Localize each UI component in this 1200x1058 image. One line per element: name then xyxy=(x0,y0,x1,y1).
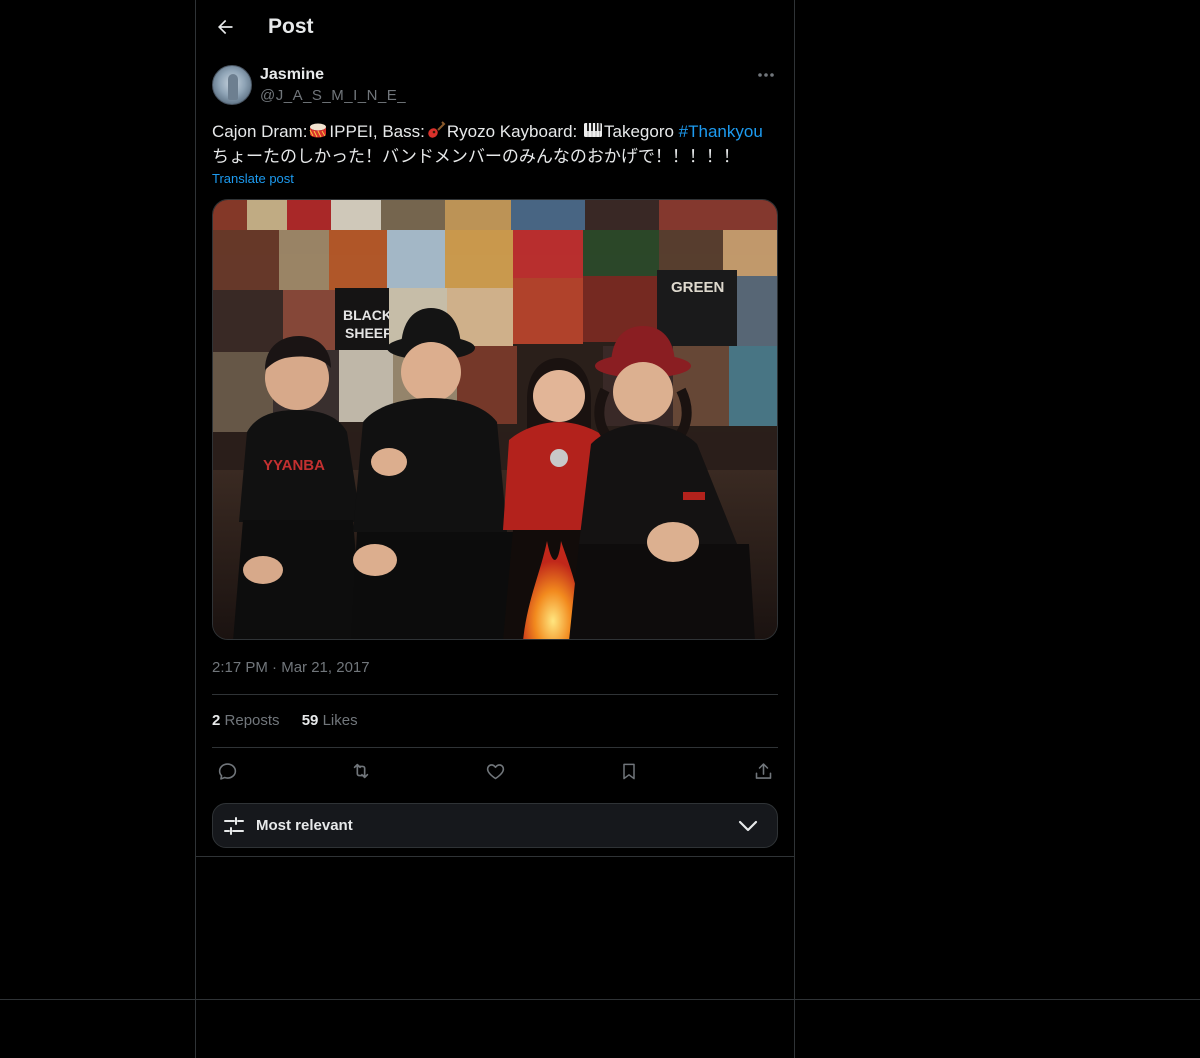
bottom-divider xyxy=(0,999,1200,1000)
svg-text:YYANBA: YYANBA xyxy=(263,457,325,474)
more-options-button[interactable] xyxy=(754,67,778,83)
post-text: Cajon Dram: IPPEI, Bass: Ryozo Kayboard: T… xyxy=(212,119,778,169)
translate-post-link[interactable]: Translate post xyxy=(212,170,294,188)
page-title: Post xyxy=(268,15,314,38)
svg-text:GREEN: GREEN xyxy=(671,279,724,296)
sort-label: Most relevant xyxy=(256,817,353,834)
reply-button[interactable] xyxy=(214,758,240,784)
like-button[interactable] xyxy=(482,758,508,784)
post-header: Post xyxy=(196,0,794,54)
sliders-icon xyxy=(224,817,244,835)
post-timestamp[interactable]: 2:17 PM · Mar 21, 2017 xyxy=(212,658,370,678)
post-stats: 2 Reposts 59 Likes xyxy=(212,711,376,731)
post-text-line-2: ちょーたのしかった！バンドメンバーのみんなのおかげで！！！！！ xyxy=(212,147,740,166)
chevron-down-icon xyxy=(738,820,758,832)
thread-divider xyxy=(196,856,794,857)
hashtag-link[interactable]: #Thankyou xyxy=(679,122,763,141)
reply-sort-dropdown[interactable]: Most relevant xyxy=(212,803,778,848)
guitar-icon xyxy=(428,121,446,138)
repost-button[interactable] xyxy=(348,758,374,784)
arrow-left-icon xyxy=(218,19,233,35)
post-author: Jasmine @J_A_S_M_I_N_E_ xyxy=(212,65,778,107)
reply-icon xyxy=(218,762,236,780)
like-icon xyxy=(486,763,504,779)
repost-icon xyxy=(353,763,369,779)
post-actions xyxy=(212,758,778,784)
band-photo-image: BLACK SHEEP GREEN YYANBA xyxy=(213,200,777,639)
post-photo[interactable]: BLACK SHEEP GREEN YYANBA xyxy=(212,199,778,640)
post-text-line-1: Cajon Dram: IPPEI, Bass: Ryozo Kayboard: T… xyxy=(212,121,763,141)
likes-stat[interactable]: 59 Likes xyxy=(302,712,358,729)
bookmark-button[interactable] xyxy=(616,758,642,784)
drum-icon xyxy=(309,123,327,138)
divider xyxy=(212,694,778,695)
divider xyxy=(212,747,778,748)
avatar-figure xyxy=(228,74,238,100)
piano-keys-icon xyxy=(584,123,602,137)
back-button[interactable] xyxy=(210,12,240,42)
left-column-border xyxy=(195,0,196,1058)
avatar[interactable] xyxy=(212,65,252,105)
share-button[interactable] xyxy=(750,758,776,784)
right-column-border xyxy=(794,0,795,1058)
svg-text:BLACK: BLACK xyxy=(343,307,392,323)
svg-text:SHEEP: SHEEP xyxy=(345,325,392,341)
page: Post Jasmine @J_A_S_M_I_N_E_ Cajon Dram:… xyxy=(0,0,1200,1058)
share-icon xyxy=(755,762,771,779)
more-icon xyxy=(758,73,774,77)
author-handle[interactable]: @J_A_S_M_I_N_E_ xyxy=(260,86,406,106)
bookmark-icon xyxy=(623,763,635,779)
author-name[interactable]: Jasmine xyxy=(260,65,324,85)
reposts-stat[interactable]: 2 Reposts xyxy=(212,712,280,729)
